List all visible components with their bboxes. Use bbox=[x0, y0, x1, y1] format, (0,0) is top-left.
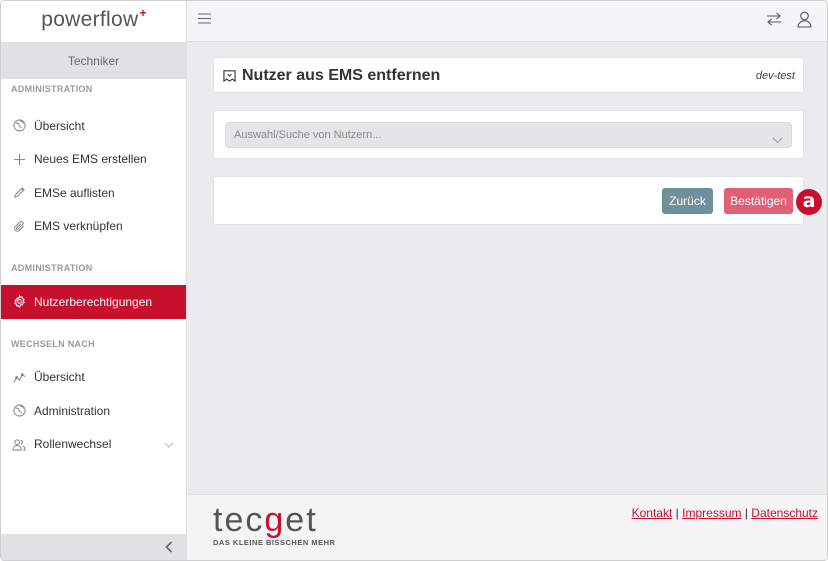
menu-icon[interactable] bbox=[198, 13, 211, 27]
sidebar-item-emse-auflisten[interactable]: EMSe auflisten bbox=[1, 176, 186, 210]
logo-text: powerflow bbox=[41, 7, 139, 31]
sidebar-item-switch-uebersicht[interactable]: Übersicht bbox=[1, 361, 186, 395]
back-button[interactable]: Zurück bbox=[662, 188, 713, 214]
chevron-down-icon[interactable] bbox=[772, 129, 783, 153]
powerflow-logo[interactable]: powerflow + bbox=[1, 1, 186, 40]
impressum-link[interactable]: Impressum bbox=[682, 506, 741, 520]
switch-arrows-icon[interactable] bbox=[766, 12, 782, 29]
sidebar-item-label: Übersicht bbox=[34, 370, 85, 385]
datenschutz-link[interactable]: Datenschutz bbox=[751, 506, 818, 520]
sidebar-item-nutzerberechtigungen[interactable]: Nutzerberechtigungen bbox=[1, 285, 186, 319]
sidebar-item-label: Rollenwechsel bbox=[34, 437, 112, 452]
globe-icon bbox=[12, 404, 26, 418]
section-heading-wechseln-nach: WECHSELN NACH bbox=[11, 338, 95, 349]
action-card: Zurück Bestätigen bbox=[213, 176, 804, 225]
sidebar-item-label: EMSe auflisten bbox=[34, 185, 115, 200]
sidebar-item-neues-ems-erstellen[interactable]: Neues EMS erstellen bbox=[1, 143, 186, 177]
main-content: Nutzer aus EMS entfernen dev-test Auswah… bbox=[187, 42, 827, 494]
chevron-down-icon[interactable] bbox=[164, 437, 174, 451]
sidebar: powerflow + Techniker ADMINISTRATION Über… bbox=[1, 1, 187, 560]
logo-plus-mark: + bbox=[139, 5, 147, 20]
sidebar-item-label: EMS verknüpfen bbox=[34, 219, 123, 234]
footer-links: Kontakt | Impressum | Datenschutz bbox=[631, 506, 818, 520]
chevron-left-icon[interactable] bbox=[165, 540, 173, 556]
top-bar bbox=[187, 1, 827, 42]
section-heading-administration: ADMINISTRATION bbox=[11, 84, 93, 94]
users-icon bbox=[12, 437, 26, 451]
chart-line-icon bbox=[12, 370, 26, 384]
user-select-dropdown[interactable]: Auswahl/Suche von Nutzern... bbox=[225, 122, 792, 148]
footer: tecget DAS KLEINE BISSCHEN MEHR Kontakt … bbox=[187, 494, 827, 560]
page-title: Nutzer aus EMS entfernen bbox=[242, 67, 441, 84]
brand-name: tecget bbox=[213, 501, 318, 539]
brand-tagline: DAS KLEINE BISSCHEN MEHR bbox=[213, 538, 336, 547]
sidebar-item-uebersicht[interactable]: Übersicht bbox=[1, 109, 186, 143]
sidebar-item-label: Neues EMS erstellen bbox=[34, 152, 147, 167]
sidebar-item-label: Administration bbox=[34, 403, 111, 418]
plus-icon bbox=[12, 152, 26, 166]
user-select-placeholder: Auswahl/Suche von Nutzern... bbox=[234, 129, 382, 141]
confirm-button[interactable]: Bestätigen bbox=[724, 188, 793, 214]
globe-icon bbox=[12, 119, 26, 133]
gear-icon bbox=[12, 295, 26, 309]
sidebar-item-rollenwechsel[interactable]: Rollenwechsel bbox=[1, 428, 186, 462]
sidebar-item-switch-administration[interactable]: Administration bbox=[1, 394, 186, 428]
current-role: Techniker bbox=[1, 42, 186, 79]
sidebar-item-label: Nutzerberechtigungen bbox=[34, 294, 153, 309]
sidebar-collapse-bar[interactable] bbox=[1, 534, 187, 560]
map-icon bbox=[223, 69, 236, 85]
pencil-icon bbox=[12, 186, 26, 200]
sidebar-item-label: Übersicht bbox=[34, 118, 85, 133]
section-heading-administration-2: ADMINISTRATION bbox=[11, 263, 93, 273]
paperclip-icon bbox=[12, 219, 26, 233]
kontakt-link[interactable]: Kontakt bbox=[632, 506, 673, 520]
annotation-badge: a bbox=[796, 189, 822, 215]
user-select-card: Auswahl/Suche von Nutzern... bbox=[213, 110, 804, 159]
tecget-logo: tecget DAS KLEINE BISSCHEN MEHR bbox=[213, 501, 336, 547]
environment-label: dev-test bbox=[755, 70, 795, 82]
sidebar-item-ems-verknuepfen[interactable]: EMS verknüpfen bbox=[1, 210, 186, 244]
page-header-card: Nutzer aus EMS entfernen dev-test bbox=[213, 57, 804, 93]
user-icon[interactable] bbox=[797, 11, 812, 31]
app-window: powerflow + Techniker ADMINISTRATION Über… bbox=[0, 0, 828, 561]
